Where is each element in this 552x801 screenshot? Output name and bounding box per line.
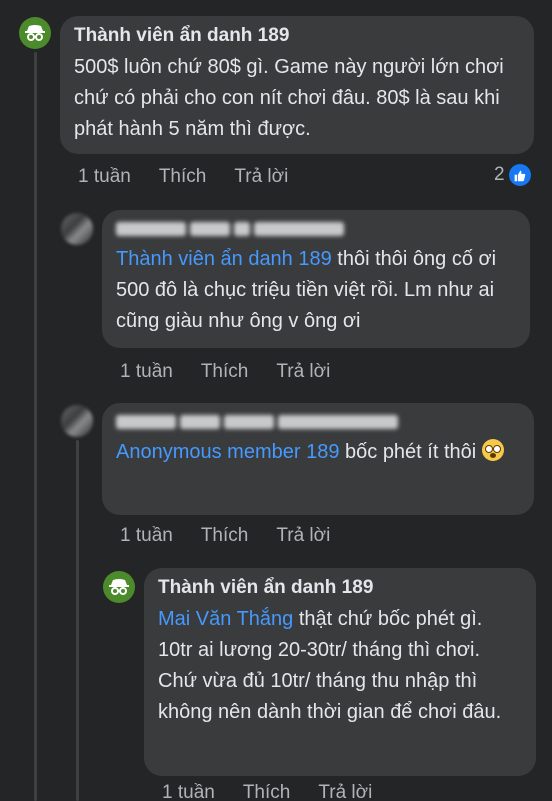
reaction-count[interactable]: 2 — [494, 164, 531, 186]
comment-author[interactable]: Thành viên ẩn danh 189 — [158, 576, 522, 600]
reply-button[interactable]: Trả lời — [276, 361, 330, 383]
avatar[interactable] — [103, 571, 135, 603]
comment-time[interactable]: 1 tuần — [120, 525, 173, 547]
reply-button[interactable]: Trả lời — [276, 525, 330, 547]
incognito-icon — [109, 579, 129, 595]
incognito-icon — [25, 25, 45, 41]
like-button[interactable]: Thích — [243, 782, 291, 801]
mention-link[interactable]: Mai Văn Thắng — [158, 608, 293, 630]
like-button[interactable]: Thích — [201, 361, 249, 383]
reply-button[interactable]: Trả lời — [234, 166, 288, 188]
comment-time[interactable]: 1 tuần — [162, 782, 215, 801]
comment-author-redacted — [116, 411, 520, 433]
thread-line — [76, 440, 79, 801]
comment-bubble: Thành viên ẩn danh 189 500$ luôn chứ 80$… — [60, 16, 534, 154]
avatar[interactable] — [61, 405, 93, 437]
comment-actions: 1 tuần Thích Trả lời — [162, 782, 372, 801]
comment-actions: 1 tuần Thích Trả lời — [78, 166, 288, 188]
reaction-count-value: 2 — [494, 164, 505, 185]
comment-bubble: Anonymous member 189 bốc phét ít thôi — [102, 403, 534, 515]
comment-text: Thành viên ẩn danh 189 thôi thôi ông cố … — [116, 244, 516, 337]
comment-time[interactable]: 1 tuần — [78, 166, 131, 188]
comment-actions: 1 tuần Thích Trả lời — [120, 525, 330, 547]
like-button[interactable]: Thích — [201, 525, 249, 547]
comment-bubble: Thành viên ẩn danh 189 thôi thôi ông cố … — [102, 210, 530, 348]
comment-actions: 1 tuần Thích Trả lời — [120, 361, 330, 383]
comment-time[interactable]: 1 tuần — [120, 361, 173, 383]
avatar[interactable] — [61, 213, 93, 245]
thread-line — [34, 52, 37, 801]
comment-text-body: bốc phét ít thôi — [339, 441, 477, 463]
reply-button[interactable]: Trả lời — [318, 782, 372, 801]
comment-author-redacted — [116, 218, 516, 240]
comment-bubble: Thành viên ẩn danh 189 Mai Văn Thắng thậ… — [144, 568, 536, 776]
comment-text: Anonymous member 189 bốc phét ít thôi — [116, 437, 520, 468]
flushed-face-emoji-icon — [481, 439, 504, 461]
comment-text: Mai Văn Thắng thật chứ bốc phét gì. 10tr… — [158, 604, 522, 728]
avatar[interactable] — [19, 17, 51, 49]
thumbs-up-icon — [508, 164, 531, 186]
mention-link[interactable]: Thành viên ẩn danh 189 — [116, 248, 332, 270]
comment-text: 500$ luôn chứ 80$ gì. Game này người lớn… — [74, 56, 504, 140]
like-button[interactable]: Thích — [159, 166, 207, 188]
mention-link[interactable]: Anonymous member 189 — [116, 441, 339, 463]
comment-author[interactable]: Thành viên ẩn danh 189 — [74, 24, 520, 48]
